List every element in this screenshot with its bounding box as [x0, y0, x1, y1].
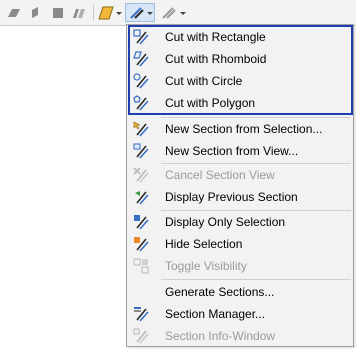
cut-polygon-icon: [133, 95, 149, 111]
new-section-selection-icon: [133, 121, 149, 137]
chevron-down-icon[interactable]: [180, 12, 186, 15]
display-only-selection-icon: [133, 214, 149, 230]
plane-icon[interactable]: [5, 4, 23, 21]
cut-rectangle-icon: [133, 29, 149, 45]
section-info-icon: [133, 328, 149, 344]
menu-item-section-manager[interactable]: Section Manager...: [127, 303, 353, 325]
menu-separator: [161, 279, 351, 280]
menu-item-cut-rhomboid[interactable]: Cut with Rhomboid: [127, 48, 353, 70]
cut-rhomboid-icon: [133, 51, 149, 67]
menu-item-cut-rectangle[interactable]: Cut with Rectangle: [127, 26, 353, 48]
cut-circle-icon: [133, 73, 149, 89]
menu-item-section-info-window[interactable]: Section Info-Window: [127, 325, 353, 347]
section-color-icon[interactable]: [97, 4, 115, 21]
section-cut-alt-icon[interactable]: [160, 4, 178, 21]
menu-item-new-section-from-selection[interactable]: New Section from Selection...: [127, 118, 353, 140]
new-section-view-icon: [133, 143, 149, 159]
previous-section-icon: [133, 189, 149, 205]
menu-item-new-section-from-view[interactable]: New Section from View...: [127, 140, 353, 162]
section-dropdown-menu: Cut with Rectangle Cut with Rhomboid Cut…: [126, 24, 354, 347]
menu-item-cut-circle[interactable]: Cut with Circle: [127, 70, 353, 92]
box-icon[interactable]: [49, 4, 67, 21]
toggle-visibility-icon: [133, 258, 149, 274]
chevron-down-icon[interactable]: [116, 12, 122, 15]
chevron-down-icon[interactable]: [147, 12, 153, 15]
cancel-section-icon: [133, 167, 149, 183]
menu-item-display-only-selection[interactable]: Display Only Selection: [127, 211, 353, 233]
menu-item-generate-sections[interactable]: Generate Sections...: [127, 281, 353, 303]
slice-icon[interactable]: [27, 4, 43, 21]
menu-item-display-previous-section[interactable]: Display Previous Section: [127, 186, 353, 208]
section-planes-icon[interactable]: [70, 4, 88, 21]
toolbar: [0, 0, 356, 26]
menu-item-cut-polygon[interactable]: Cut with Polygon: [127, 92, 353, 114]
section-cut-icon[interactable]: [125, 3, 155, 22]
menu-item-hide-selection[interactable]: Hide Selection: [127, 233, 353, 255]
hide-selection-icon: [133, 236, 149, 252]
section-manager-icon: [133, 306, 149, 322]
menu-item-cancel-section-view[interactable]: Cancel Section View: [127, 164, 353, 186]
menu-item-toggle-visibility[interactable]: Toggle Visibility: [127, 255, 353, 277]
